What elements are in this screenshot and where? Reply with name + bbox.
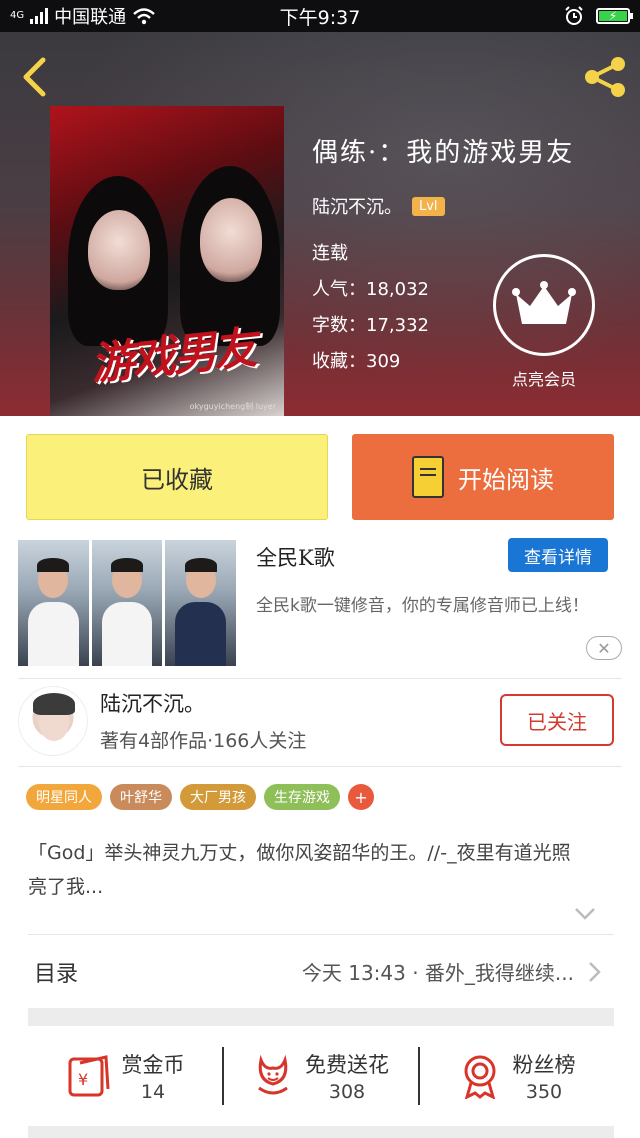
reward-coins-label: 赏金币 xyxy=(121,1053,185,1077)
free-flowers-value: 308 xyxy=(328,1081,366,1103)
more-tags-button[interactable]: + xyxy=(348,784,374,810)
section-spacer xyxy=(28,1126,614,1138)
catalog-label: 目录 xyxy=(34,961,79,987)
level-badge: Lvl xyxy=(412,196,445,216)
divider xyxy=(18,678,622,679)
vip-label: 点亮会员 xyxy=(511,370,576,389)
red-envelope-icon: ¥ xyxy=(68,1055,109,1097)
book-cover[interactable]: 游戏男友 okyguyicheng制 luyer xyxy=(50,106,284,416)
back-button[interactable] xyxy=(14,54,54,100)
ad-banner[interactable]: 全民K歌 查看详情 全民k歌一键修音，你的专属修音师已上线！ ✕ xyxy=(0,536,640,668)
carrier-name: 中国联通 xyxy=(54,7,127,28)
cover-credit: okyguyicheng制 luyer xyxy=(189,402,276,411)
network-type: 4G xyxy=(10,10,25,21)
close-icon: ✕ xyxy=(597,638,611,658)
expand-intro-button[interactable] xyxy=(574,906,596,925)
latest-chapter: 今天 13:43 · 番外_我得继续... xyxy=(301,961,574,985)
wifi-icon xyxy=(133,8,155,25)
free-flowers-button[interactable]: 免费送花 308 xyxy=(224,1049,418,1103)
favorited-button[interactable]: 已收藏 xyxy=(26,434,328,520)
medal-icon xyxy=(464,1055,495,1099)
followed-button[interactable]: 已关注 xyxy=(500,694,614,746)
tag-item[interactable]: 叶舒华 xyxy=(110,784,172,810)
author-name[interactable]: 陆沉不沉。 xyxy=(312,193,402,219)
signal-icon xyxy=(30,8,49,24)
ad-close-button[interactable]: ✕ xyxy=(586,636,622,660)
favorited-label: 已收藏 xyxy=(141,465,213,494)
reward-coins-button[interactable]: ¥ 赏金币 14 xyxy=(28,1049,222,1103)
tag-item[interactable]: 生存游戏 xyxy=(264,784,340,810)
book-title: 偶练·：我的游戏男友 xyxy=(312,138,575,168)
fan-rank-value: 350 xyxy=(525,1081,563,1103)
divider xyxy=(18,766,622,767)
view-details-button[interactable]: 查看详情 xyxy=(508,538,608,572)
free-flowers-label: 免费送花 xyxy=(305,1053,389,1077)
start-reading-label: 开始阅读 xyxy=(458,465,554,494)
bottom-stats: ¥ 赏金币 14 免费送花 308 粉丝榜 350 xyxy=(28,1026,614,1126)
tag-item[interactable]: 明星同人 xyxy=(26,784,102,810)
crown-icon xyxy=(512,281,576,324)
author-card[interactable]: 陆沉不沉。 著有4部作品·166人关注 已关注 xyxy=(0,680,640,766)
svg-text:¥: ¥ xyxy=(78,1070,88,1089)
book-header: 游戏男友 okyguyicheng制 luyer 偶练·：我的游戏男友 陆沉不沉… xyxy=(0,32,640,416)
fan-rank-button[interactable]: 粉丝榜 350 xyxy=(420,1049,614,1103)
fan-rank-label: 粉丝榜 xyxy=(512,1053,576,1077)
battery-icon: ⚡ xyxy=(596,8,633,24)
reward-coins-value: 14 xyxy=(140,1081,166,1103)
share-button[interactable] xyxy=(580,52,630,102)
catalog-row[interactable]: 目录 今天 13:43 · 番外_我得继续... xyxy=(28,934,614,1008)
vip-button[interactable]: 点亮会员 xyxy=(492,254,596,390)
chevron-right-icon xyxy=(589,961,601,982)
status-bar: 4G 中国联通 下午9:37 ⚡ xyxy=(0,0,640,32)
chevron-left-icon xyxy=(23,57,46,97)
tag-item[interactable]: 大厂男孩 xyxy=(180,784,256,810)
start-reading-button[interactable]: 开始阅读 xyxy=(352,434,614,520)
author-works-count: 著有4部作品·166人关注 xyxy=(100,730,307,752)
section-spacer xyxy=(28,1008,614,1026)
book-intro[interactable]: 「God」举头神灵九万丈，做你风姿韶华的王。//-_夜里有道光照亮了我... xyxy=(28,836,588,904)
ad-thumbnail[interactable] xyxy=(18,540,237,666)
ad-description: 全民k歌一键修音，你的专属修音师已上线！ xyxy=(256,596,589,616)
chevron-down-icon xyxy=(575,908,595,920)
alarm-icon xyxy=(565,6,583,25)
book-icon xyxy=(412,456,444,498)
author-card-name: 陆沉不沉。 xyxy=(100,692,205,716)
avatar[interactable] xyxy=(18,686,88,756)
main-content: 已收藏 开始阅读 全民K歌 查看详情 全民k歌一键修音，你的专属修音师已上线！ … xyxy=(0,416,640,1138)
flower-icon xyxy=(258,1054,288,1095)
ad-title: 全民K歌 xyxy=(256,546,335,570)
tag-list: 明星同人 叶舒华 大厂男孩 生存游戏 + xyxy=(26,784,374,810)
share-icon xyxy=(585,57,625,97)
